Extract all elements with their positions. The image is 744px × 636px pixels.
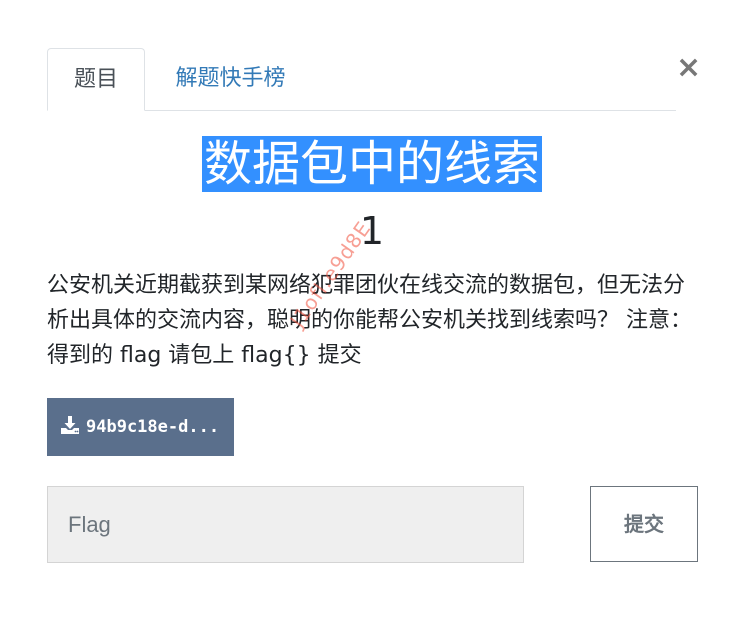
flag-input[interactable] [47, 486, 524, 563]
tab-challenge[interactable]: 题目 [47, 48, 145, 111]
tab-bar: 题目 解题快手榜 [47, 48, 676, 111]
challenge-points: 1 [359, 209, 385, 253]
challenge-description: 公安机关近期截获到某网络犯罪团伙在线交流的数据包，但无法分析出具体的交流内容，聪… [47, 273, 692, 368]
tab-solves-leaderboard[interactable]: 解题快手榜 [158, 48, 303, 110]
download-icon [61, 416, 79, 434]
challenge-modal: 题目 解题快手榜 × 数据包中的线索 1 公安机关近期截获到某网络犯罪团伙在线交… [0, 0, 744, 636]
download-label: 94b9c18e-d... [86, 417, 220, 437]
challenge-title-row: 数据包中的线索 [0, 136, 744, 192]
submit-button[interactable]: 提交 [590, 486, 698, 562]
close-icon[interactable]: × [676, 52, 701, 84]
download-attachment-button[interactable]: 94b9c18e-d... [47, 398, 234, 456]
challenge-title: 数据包中的线索 [201, 136, 542, 192]
